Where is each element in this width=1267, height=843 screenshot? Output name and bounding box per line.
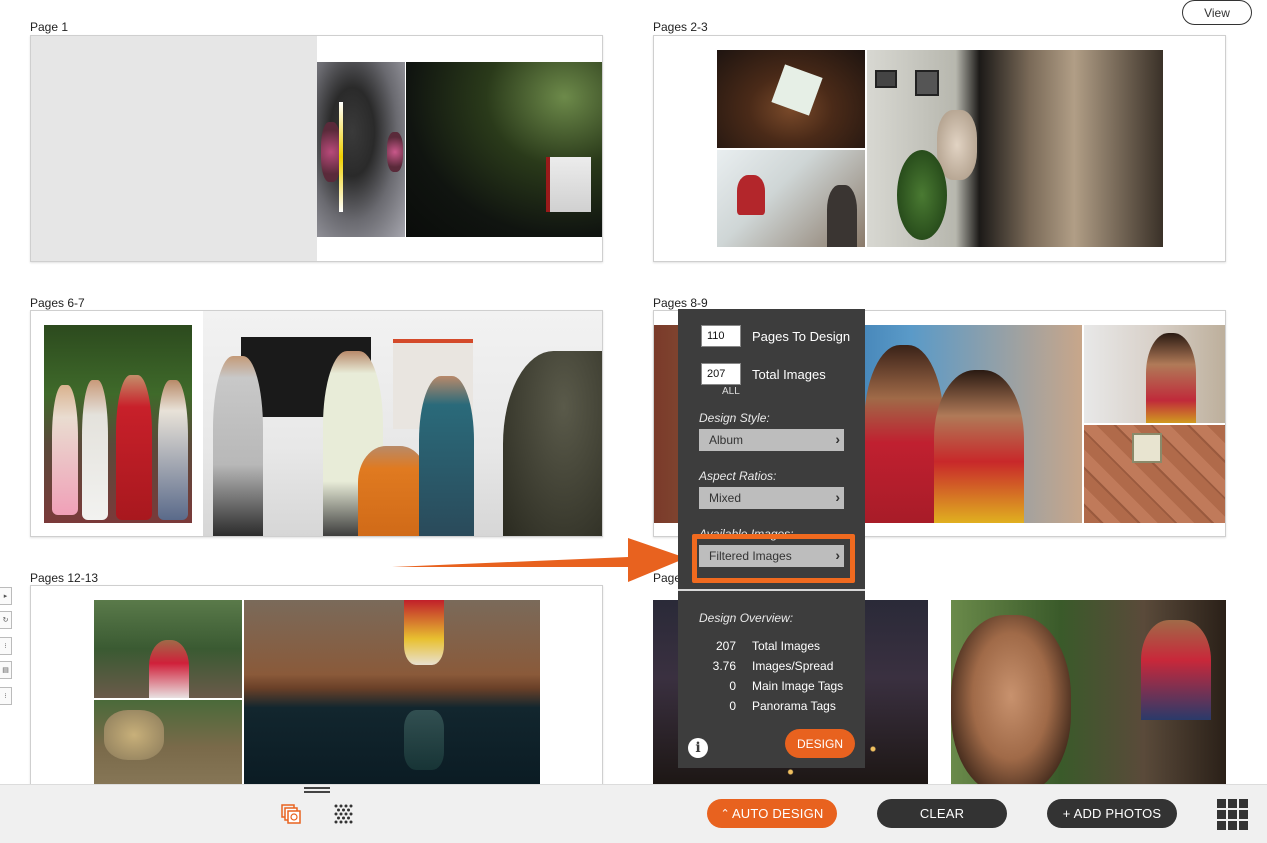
add-photos-button[interactable]: + ADD PHOTOS: [1047, 799, 1177, 828]
overview-panorama-tags-value: 0: [729, 699, 736, 713]
view-button[interactable]: View: [1182, 0, 1252, 25]
overview-panorama-tags-label: Panorama Tags: [752, 699, 836, 713]
rotate-tool-icon[interactable]: ↻: [0, 611, 12, 629]
info-icon[interactable]: i: [688, 738, 708, 758]
overview-images-per-spread-label: Images/Spread: [752, 659, 834, 673]
spread-pages-2-3[interactable]: [653, 35, 1226, 262]
all-link[interactable]: ALL: [722, 386, 740, 397]
design-button[interactable]: DESIGN: [785, 729, 855, 758]
design-style-value: Album: [709, 433, 744, 447]
spread-pages-12-13[interactable]: [30, 585, 603, 795]
design-overview-heading: Design Overview:: [699, 611, 794, 625]
spread-page-1[interactable]: [30, 35, 603, 262]
panel-divider: [678, 589, 865, 591]
clear-button[interactable]: CLEAR: [877, 799, 1007, 828]
photo-smiling-woman-henna[interactable]: [951, 600, 1226, 795]
spreads-view-icon[interactable]: [281, 804, 301, 824]
options-tool-icon[interactable]: ⁝: [0, 687, 12, 705]
aspect-ratios-heading: Aspect Ratios:: [699, 469, 777, 483]
photo-group-women[interactable]: [44, 325, 192, 523]
spread-pages-6-7[interactable]: [30, 310, 603, 537]
spread-label: Pages 6-7: [30, 296, 85, 310]
overview-main-image-tags-value: 0: [729, 679, 736, 693]
spread-label: Page 1: [30, 20, 69, 34]
layout-tool-icon[interactable]: ▤: [0, 661, 12, 679]
design-style-select[interactable]: Album ›: [699, 429, 844, 451]
aspect-ratios-value: Mixed: [709, 491, 742, 505]
photo-garden-children[interactable]: [94, 700, 242, 794]
aspect-ratios-select[interactable]: Mixed ›: [699, 487, 844, 509]
auto-design-label: AUTO DESIGN: [731, 806, 824, 821]
total-images-label: Total Images: [752, 367, 826, 382]
more-tool-icon[interactable]: ⁝: [0, 637, 12, 655]
overview-main-image-tags-label: Main Image Tags: [752, 679, 844, 693]
photo-woman-smiling[interactable]: [1084, 325, 1225, 423]
photo-family-gathering[interactable]: [203, 311, 602, 536]
design-style-heading: Design Style:: [699, 411, 770, 425]
chevron-right-icon: ›: [835, 431, 840, 447]
empty-page: [31, 36, 317, 261]
photo-brick-floor[interactable]: [1084, 425, 1225, 523]
photo-ganesha-statue[interactable]: [317, 62, 405, 237]
spread-label: Pages 12-13: [30, 571, 99, 585]
spread-label: Pages 2-3: [653, 20, 708, 34]
drag-handle-icon[interactable]: [304, 787, 330, 793]
photo-henna-feet[interactable]: [717, 50, 865, 148]
photo-kitchen[interactable]: [717, 150, 865, 247]
chevron-right-icon: ›: [835, 489, 840, 505]
photo-garden-group[interactable]: [94, 600, 242, 698]
overview-images-per-spread-value: 3.76: [712, 659, 736, 673]
caret-up-icon: ⌃: [720, 808, 730, 820]
overview-total-images-value: 207: [715, 639, 736, 653]
auto-design-button[interactable]: ⌃ AUTO DESIGN: [707, 799, 837, 828]
highlight-box: [692, 534, 855, 583]
photo-pool-reflection[interactable]: [244, 600, 540, 794]
photo-doorway-trees[interactable]: [406, 62, 602, 237]
left-toolstrip: ▸ ↻ ⁝ ▤ ⁝: [0, 587, 12, 705]
play-tool-icon[interactable]: ▸: [0, 587, 12, 605]
overview-total-images-label: Total Images: [752, 639, 821, 653]
total-images-input[interactable]: 207: [701, 363, 741, 385]
auto-design-panel: 110 Pages To Design 207 Total Images ALL…: [678, 309, 865, 768]
spread-label: Pages 8-9: [653, 296, 708, 310]
orange-arrow: [392, 538, 686, 582]
grid-pattern-icon[interactable]: [333, 803, 355, 825]
bottom-toolbar: ⌃ AUTO DESIGN CLEAR + ADD PHOTOS: [0, 784, 1267, 843]
pages-to-design-input[interactable]: 110: [701, 325, 741, 347]
grid-menu-icon[interactable]: [1217, 799, 1248, 830]
photo-living-room[interactable]: [867, 50, 1163, 247]
album-designer-workspace: View Page 1 Pages 2-3 Pages 6-7 Pages 8-…: [0, 0, 1267, 843]
pages-to-design-label: Pages To Design: [752, 329, 851, 344]
